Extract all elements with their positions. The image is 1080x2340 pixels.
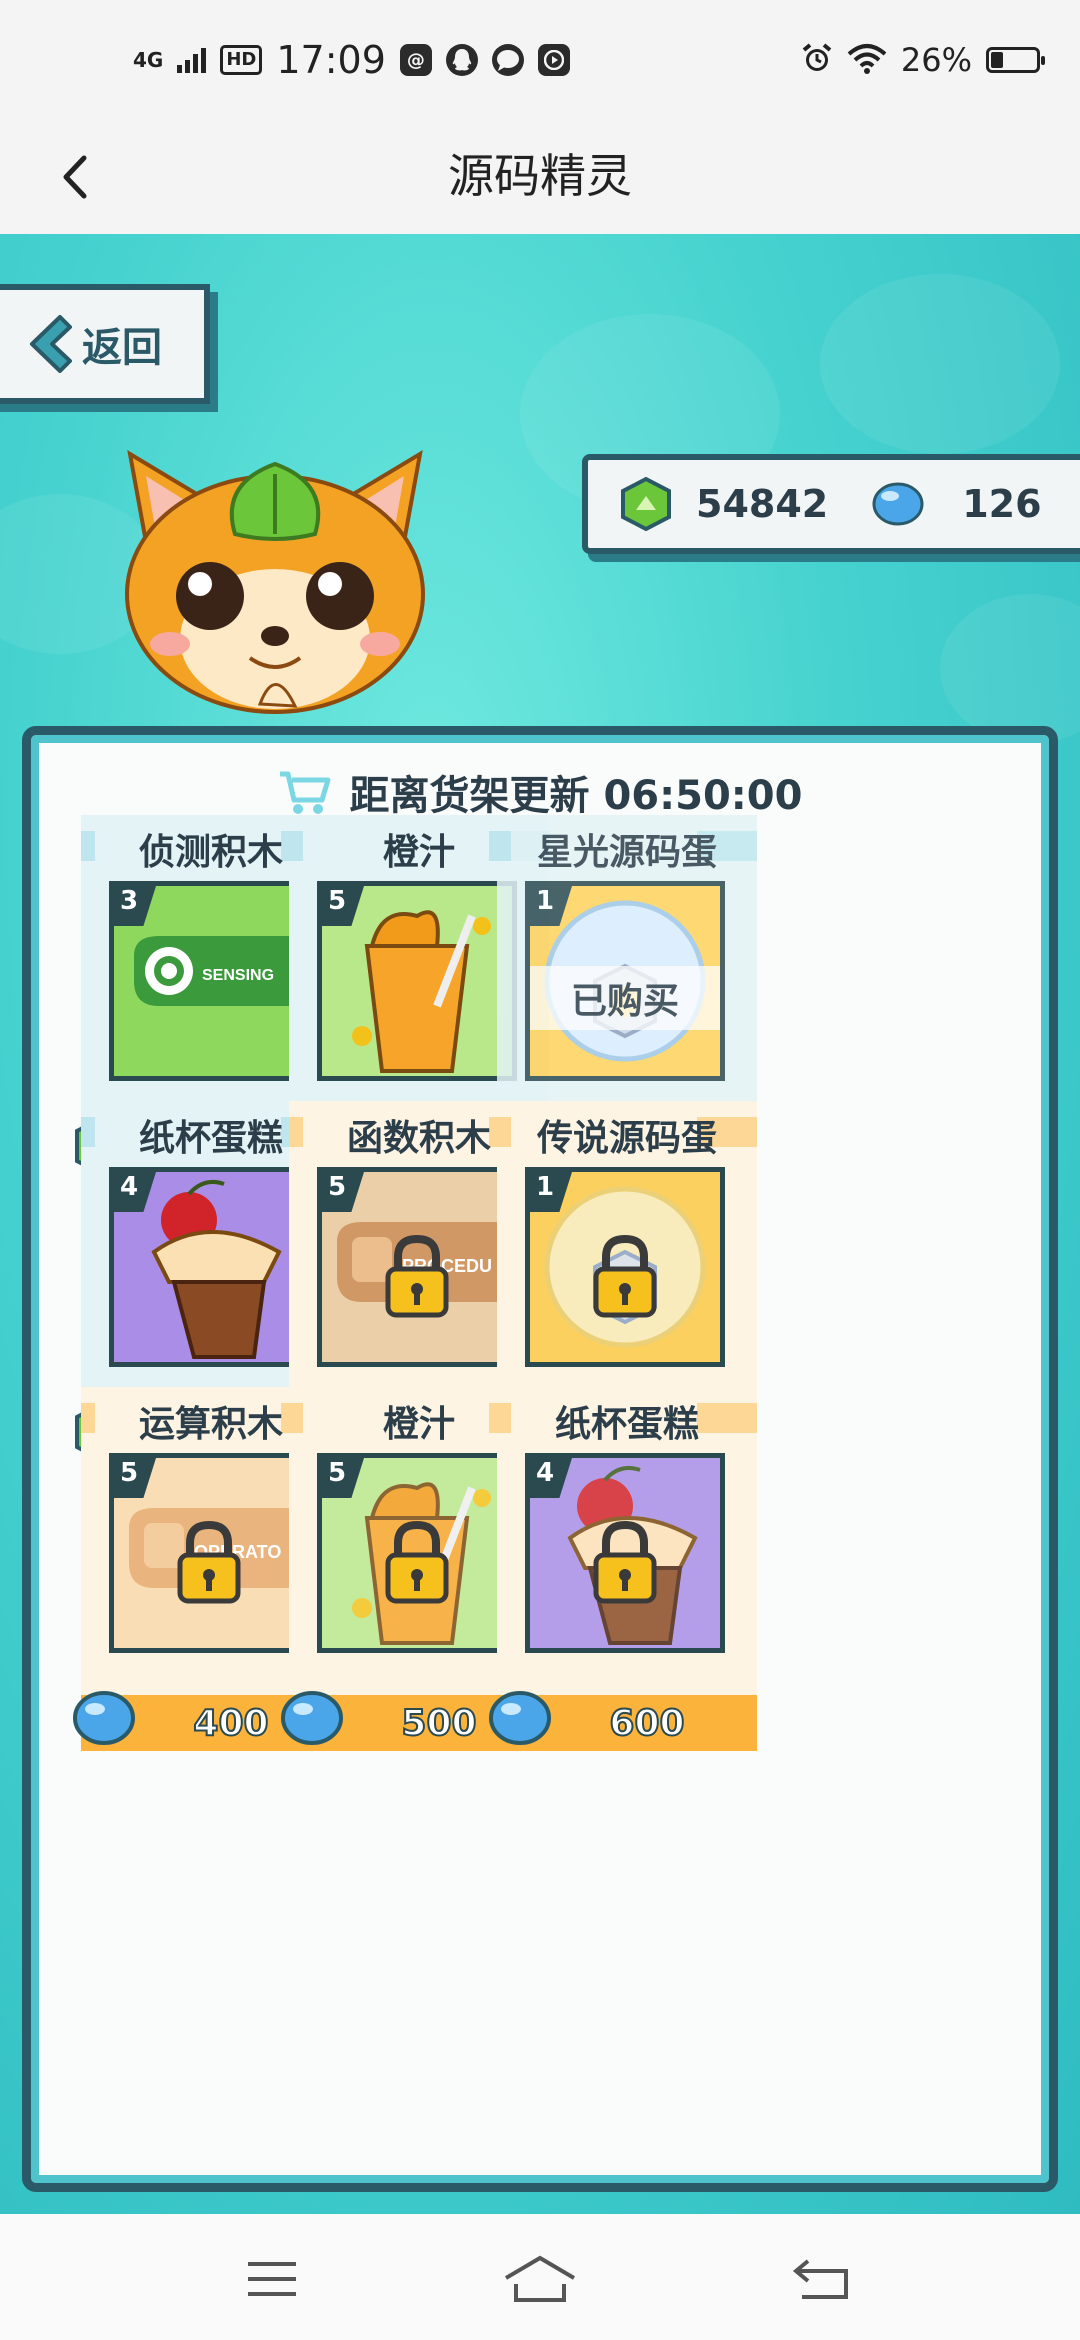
blue-orb-icon (489, 1691, 551, 1745)
blue-orb-icon (73, 1691, 135, 1745)
blue-orb-icon (872, 482, 924, 526)
lock-icon (177, 1520, 241, 1604)
item-image: PROCEDU 5 (317, 1167, 517, 1367)
page-title: 源码精灵 (448, 149, 632, 203)
item-image: 已购买 1 (525, 881, 725, 1081)
item-image: 4 (525, 1453, 725, 1653)
lock-icon (385, 1520, 449, 1604)
video-app-icon (537, 44, 570, 76)
lock-icon (593, 1234, 657, 1318)
item-image: 5 (317, 1453, 517, 1653)
home-icon (504, 2255, 576, 2302)
network-type: 4G (133, 48, 164, 72)
chat-icon (491, 44, 524, 76)
qq-icon (445, 44, 478, 76)
item-header: 传说源码蛋 (497, 1101, 757, 1159)
item-image: 4 (109, 1167, 309, 1367)
lock-icon (593, 1520, 657, 1604)
orb-count: 126 (962, 482, 1042, 526)
item-header: 纸杯蛋糕 (497, 1387, 757, 1445)
return-icon (792, 2259, 848, 2299)
battery-percent: 26% (900, 41, 972, 79)
gem-count: 54842 (696, 482, 829, 526)
svg-text:SENSING: SENSING (202, 967, 274, 984)
item-price: 500 (400, 1702, 477, 1745)
item-price: 400 (192, 1702, 269, 1745)
item-body: 1 (497, 1159, 757, 1409)
app-header: 源码精灵 (0, 120, 1080, 234)
battery-level (991, 52, 1003, 68)
item-image: 1 (525, 1167, 725, 1367)
purchased-label: 已购买 (530, 966, 720, 1030)
cart-icon (279, 771, 331, 814)
shop-item-card[interactable]: 纸杯蛋糕 4 600 (489, 1387, 757, 1765)
item-image: OPERATO 5 (109, 1453, 309, 1653)
return-button[interactable] (782, 2244, 862, 2314)
shelf-timer: 距离货架更新 06:50:00 (31, 763, 1049, 821)
menu-icon (248, 2262, 296, 2296)
system-nav-bar (0, 2214, 1080, 2340)
item-header: 星光源码蛋 (497, 815, 757, 873)
home-button[interactable] (500, 2244, 580, 2314)
back-label: 返回 (82, 325, 162, 371)
item-body: 已购买 1 (497, 873, 757, 1123)
arrow-left-icon (30, 315, 72, 373)
item-name: 纸杯蛋糕 (554, 1404, 699, 1445)
alarm-icon (801, 42, 833, 78)
clock: 17:09 (276, 38, 386, 82)
shop-shelf-panel: 距离货架更新 06:50:00 侦测积木 SENSING 3 300 (22, 726, 1058, 2192)
blue-orb-icon (281, 1691, 343, 1745)
background-blob (940, 594, 1080, 744)
item-name: 传说源码蛋 (536, 1118, 717, 1159)
currency-panel: 54842 126 (582, 454, 1080, 554)
background-blob (820, 274, 1060, 454)
qq-mail-icon: @ (399, 44, 432, 76)
hd-badge: HD (220, 45, 263, 75)
item-image: SENSING 3 (109, 881, 309, 1081)
menu-button[interactable] (232, 2244, 312, 2314)
battery-icon (986, 47, 1045, 73)
green-gem-icon (621, 476, 671, 532)
item-image: 5 (317, 881, 517, 1081)
status-bar: 4G HD 17:09 @ 26% (0, 0, 1080, 120)
mascot-fox (125, 450, 425, 714)
signal-icon (177, 47, 207, 73)
wifi-icon (847, 42, 887, 78)
item-name: 星光源码蛋 (536, 832, 717, 873)
item-body: 4 (497, 1445, 757, 1695)
game-back-button[interactable]: 返回 (0, 284, 210, 404)
item-price-bar[interactable]: 600 (489, 1691, 757, 1751)
game-view: 返回 54842 126 距离货架更新 06:50:00 侦测积木 SENSIN… (0, 234, 1080, 2214)
timer-label: 距离货架更新 06:50:00 (349, 773, 803, 819)
lock-icon (385, 1234, 449, 1318)
item-price: 600 (608, 1702, 685, 1745)
